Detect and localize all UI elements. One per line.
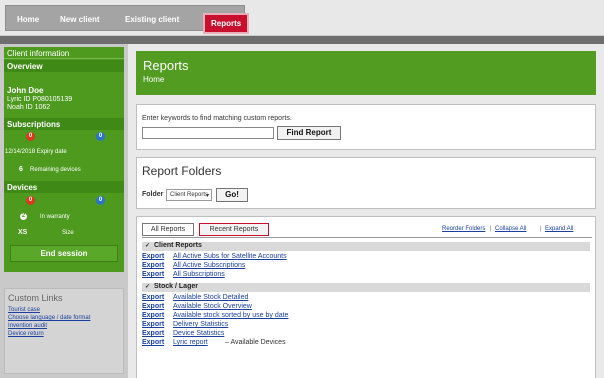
export-link[interactable]: Export xyxy=(142,253,164,260)
export-link[interactable]: Export xyxy=(142,262,164,269)
subscriptions-label: Subscriptions xyxy=(7,120,61,129)
folders-panel: Report Folders Folder Client Reports ▾ G… xyxy=(136,157,596,209)
warranty-label: In warranty xyxy=(40,214,70,220)
devices-alert-badge: 0 xyxy=(26,196,35,205)
client-name: John Doe xyxy=(7,86,44,95)
report-link[interactable]: Available Stock Detailed xyxy=(173,294,248,301)
report-link[interactable]: Available stock sorted by use by date xyxy=(173,312,288,319)
chevron-down-icon: ▾ xyxy=(205,193,209,199)
export-link[interactable]: Export xyxy=(142,303,164,310)
export-link[interactable]: Export xyxy=(142,330,164,337)
reports-header: Reports Home xyxy=(136,51,596,95)
devices-header[interactable]: Devices xyxy=(4,181,124,193)
lyric-report-note: – Available Devices xyxy=(225,339,286,346)
header-strip xyxy=(0,36,604,44)
find-report-button[interactable]: Find Report xyxy=(277,126,341,140)
export-link[interactable]: Export xyxy=(142,339,164,346)
devices-info-badge: 0 xyxy=(96,196,105,205)
link-separator: | xyxy=(490,226,492,232)
report-link[interactable]: Delivery Statistics xyxy=(173,321,228,328)
tab-new-client[interactable]: New client xyxy=(60,15,100,24)
search-panel: Enter keywords to find matching custom r… xyxy=(136,104,596,150)
export-link[interactable]: Export xyxy=(142,294,164,301)
size-label: Size xyxy=(62,230,74,236)
overview-item[interactable]: Overview xyxy=(4,60,124,72)
tab-divider xyxy=(142,237,592,238)
lyric-id: Lyric ID P080105139 xyxy=(7,96,73,103)
subscriptions-header[interactable]: Subscriptions xyxy=(4,118,124,130)
go-button[interactable]: Go! xyxy=(216,188,248,202)
collapse-icon: ✓ xyxy=(145,243,151,249)
folder-selected-value: Client Reports xyxy=(170,192,209,198)
custom-link-device-return[interactable]: Device return xyxy=(8,331,44,337)
top-bar: Home New client Existing client Reports xyxy=(0,0,604,36)
custom-links-title: Custom Links xyxy=(8,293,63,303)
report-link[interactable]: All Active Subscriptions xyxy=(173,262,245,269)
report-link[interactable]: Available Stock Overview xyxy=(173,303,252,310)
link-separator: | xyxy=(540,226,542,232)
tab-existing-client[interactable]: Existing client xyxy=(125,15,179,24)
report-link[interactable]: All Subscriptions xyxy=(173,271,225,278)
group-title: Stock / Lager xyxy=(154,283,198,290)
subscriptions-alert-badge: 0 xyxy=(26,132,35,141)
export-link[interactable]: Export xyxy=(142,312,164,319)
group-header-stock[interactable]: ✓ Stock / Lager xyxy=(142,283,590,292)
client-panel xyxy=(4,47,124,272)
subscriptions-info-badge: 0 xyxy=(96,132,105,141)
client-info-header: Client information xyxy=(4,47,124,59)
custom-link-invention-audit[interactable]: Invention audit xyxy=(8,323,47,329)
report-link[interactable]: Lyric report xyxy=(173,339,208,346)
expand-all-link[interactable]: Expand All xyxy=(545,226,573,232)
tab-reports-label: Reports xyxy=(211,19,242,28)
remaining-count: 6 xyxy=(19,166,23,173)
custom-link-tourist-case[interactable]: Tourist case xyxy=(8,307,40,313)
search-input[interactable] xyxy=(142,127,274,139)
breadcrumb[interactable]: Home xyxy=(143,75,164,84)
group-title: Client Reports xyxy=(154,242,202,249)
nav-bar: Home New client Existing client Reports xyxy=(5,5,249,34)
tab-home[interactable]: Home xyxy=(17,15,39,24)
group-header-client-reports[interactable]: ✓ Client Reports xyxy=(142,242,590,251)
tab-reports[interactable]: Reports xyxy=(203,13,249,34)
size-value: XS xyxy=(18,229,28,236)
remaining-label: Remaining devices xyxy=(30,167,81,173)
collapse-all-link[interactable]: Collapse All xyxy=(495,226,526,232)
custom-link-language[interactable]: Choose language / date format xyxy=(8,315,90,321)
custom-links-panel: Custom Links Tourist case Choose languag… xyxy=(4,288,124,374)
export-link[interactable]: Export xyxy=(142,271,164,278)
folder-select[interactable]: Client Reports ▾ xyxy=(166,189,212,201)
folder-label: Folder xyxy=(142,191,164,198)
noah-id: Noah ID 1062 xyxy=(7,104,51,111)
overview-label: Overview xyxy=(7,62,43,71)
main-content: Reports Home Enter keywords to find matc… xyxy=(128,44,604,378)
folders-title: Report Folders xyxy=(142,164,222,178)
client-info-title: Client information xyxy=(7,49,70,58)
warranty-count: 2 xyxy=(20,213,27,220)
tab-all-reports[interactable]: All Reports xyxy=(142,223,194,236)
expiry-date: 12/14/2018 Expiry date xyxy=(5,149,67,155)
end-session-button[interactable]: End session xyxy=(10,245,118,262)
search-label: Enter keywords to find matching custom r… xyxy=(142,115,292,122)
collapse-icon: ✓ xyxy=(145,284,151,290)
page-title: Reports xyxy=(143,58,189,73)
export-link[interactable]: Export xyxy=(142,321,164,328)
sidebar: Client information Overview John Doe Lyr… xyxy=(0,44,128,378)
report-link[interactable]: Device Statistics xyxy=(173,330,224,337)
report-link[interactable]: All Active Subs for Satellite Accounts xyxy=(173,253,287,260)
reorder-folders-link[interactable]: Reorder Folders xyxy=(442,226,485,232)
devices-label: Devices xyxy=(7,183,38,192)
reports-list-panel: All Reports Recent Reports Reorder Folde… xyxy=(136,216,596,378)
tab-recent-reports[interactable]: Recent Reports xyxy=(199,223,269,236)
